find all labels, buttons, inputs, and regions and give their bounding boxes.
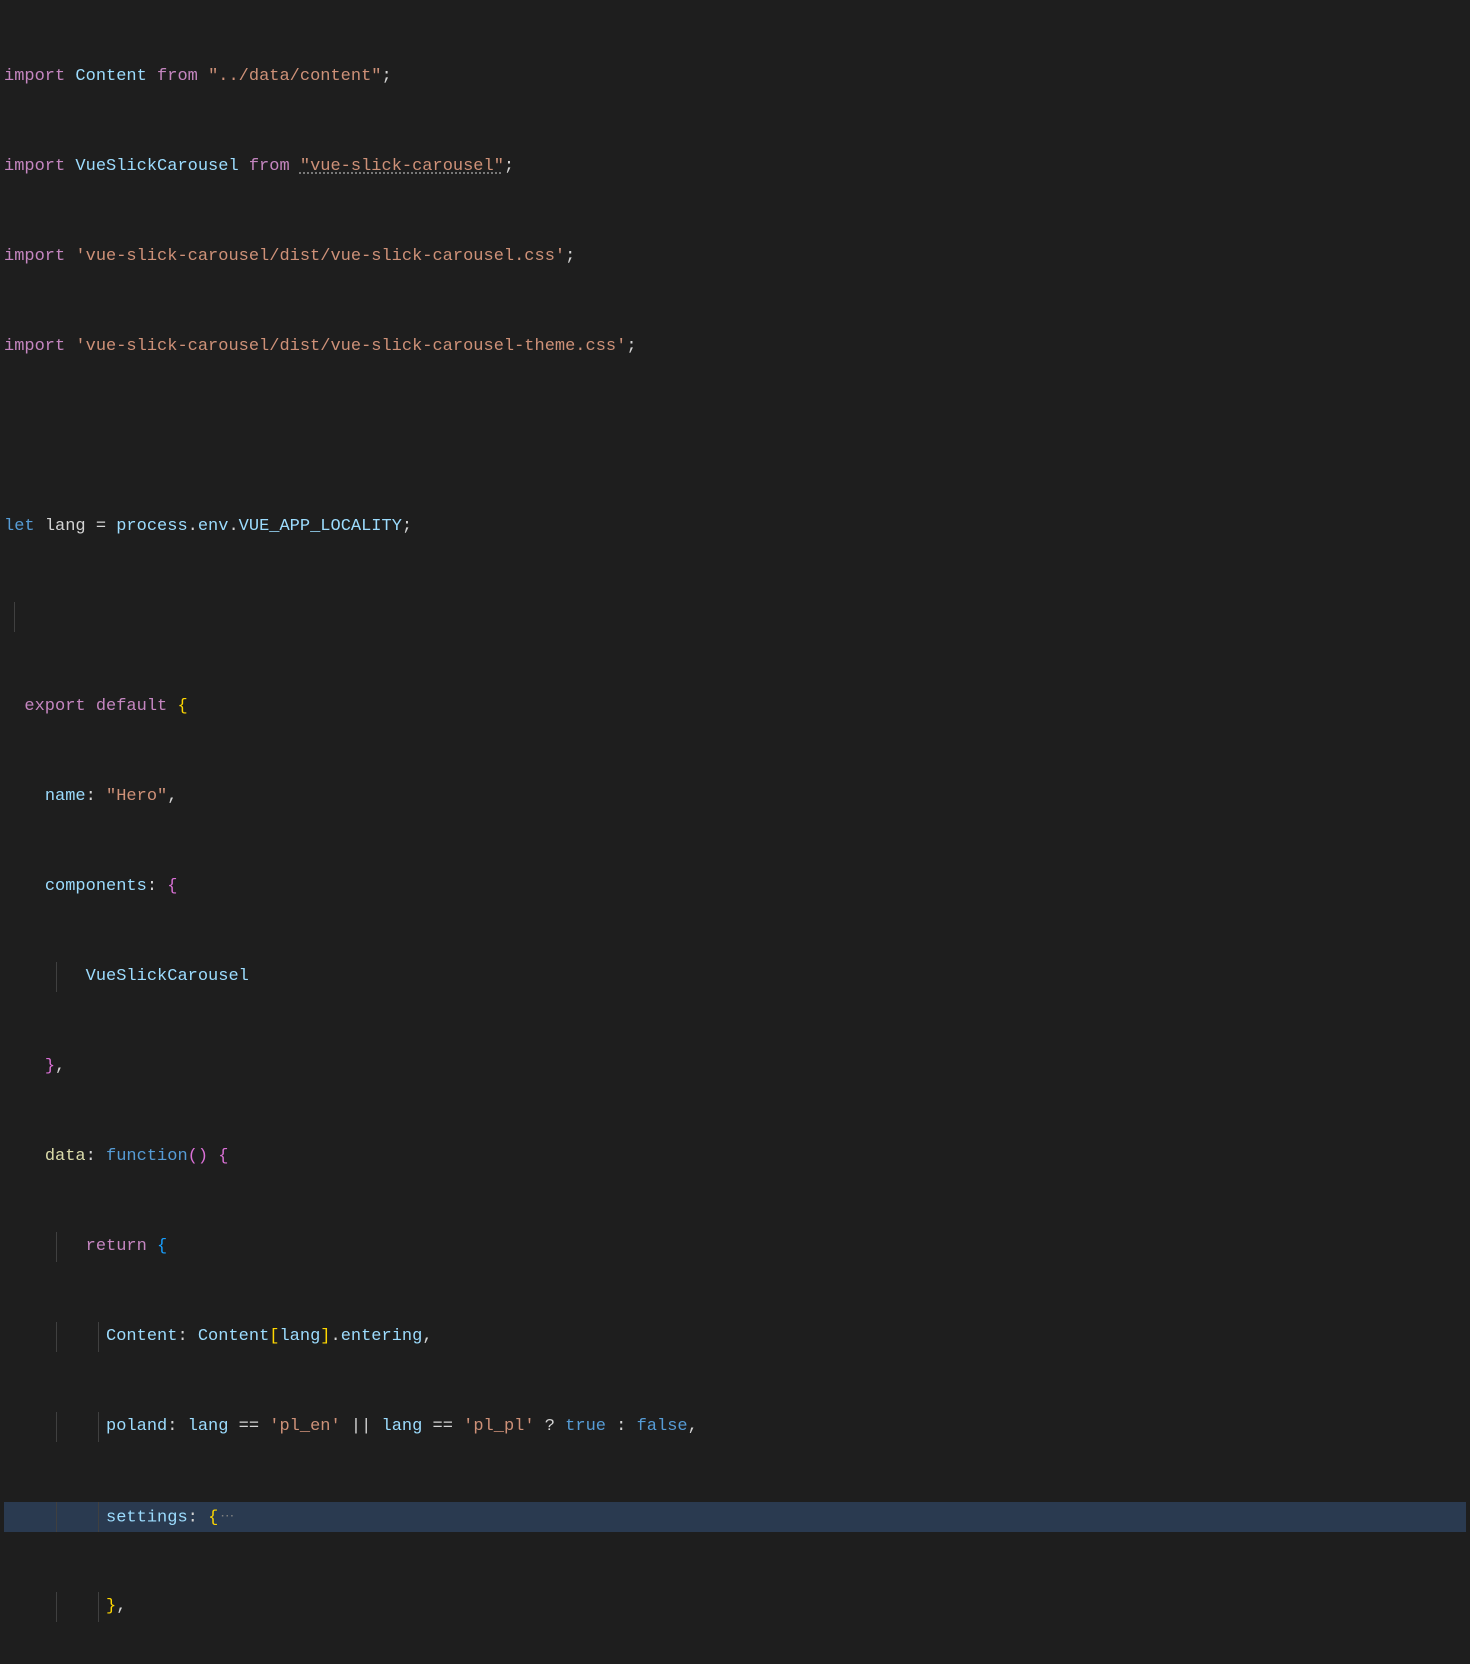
semicolon: ; xyxy=(382,67,392,86)
comma: , xyxy=(116,1597,126,1616)
property-key: settings xyxy=(106,1508,188,1527)
property-key: name xyxy=(45,787,86,806)
keyword-from: from xyxy=(249,157,290,176)
identifier: lang xyxy=(45,517,86,536)
string-literal: 'vue-slick-carousel/dist/vue-slick-carou… xyxy=(75,247,565,266)
keyword-let: let xyxy=(4,517,35,536)
string-literal: "Hero" xyxy=(106,787,167,806)
keyword-from: from xyxy=(157,67,198,86)
comma: , xyxy=(167,787,177,806)
operator: == xyxy=(422,1417,463,1436)
semicolon: ; xyxy=(402,517,412,536)
identifier: VUE_APP_LOCALITY xyxy=(239,517,402,536)
property-key: Content xyxy=(106,1327,177,1346)
keyword-export: export xyxy=(24,697,85,716)
string-literal: "vue-slick-carousel" xyxy=(300,157,504,176)
dot: . xyxy=(331,1327,341,1346)
brace-open: { xyxy=(218,1147,228,1166)
code-line[interactable]: name: "Hero", xyxy=(4,782,1466,812)
identifier: process xyxy=(116,517,187,536)
string-literal: 'pl_en' xyxy=(269,1417,340,1436)
colon: : xyxy=(147,877,167,896)
colon: : xyxy=(188,1508,208,1527)
code-line-highlighted[interactable]: settings: {⋯ xyxy=(4,1502,1466,1532)
identifier: lang xyxy=(188,1417,229,1436)
keyword-return: return xyxy=(86,1237,147,1256)
semicolon: ; xyxy=(504,157,514,176)
brace-open: { xyxy=(177,697,187,716)
comma: , xyxy=(422,1327,432,1346)
keyword-import: import xyxy=(4,247,65,266)
dot: . xyxy=(188,517,198,536)
operator: : xyxy=(606,1417,637,1436)
code-line[interactable]: }, xyxy=(4,1052,1466,1082)
bracket-close: ] xyxy=(320,1327,330,1346)
brace-open: { xyxy=(157,1237,167,1256)
code-line-empty[interactable] xyxy=(4,602,1466,632)
operator: || xyxy=(341,1417,382,1436)
code-line-empty[interactable] xyxy=(4,422,1466,452)
code-line[interactable]: poland: lang == 'pl_en' || lang == 'pl_p… xyxy=(4,1412,1466,1442)
operator: == xyxy=(228,1417,269,1436)
string-literal: 'pl_pl' xyxy=(463,1417,534,1436)
identifier: env xyxy=(198,517,229,536)
comma: , xyxy=(55,1057,65,1076)
code-line[interactable]: Content: Content[lang].entering, xyxy=(4,1322,1466,1352)
bracket-open: [ xyxy=(269,1327,279,1346)
keyword-function: function xyxy=(106,1147,188,1166)
semicolon: ; xyxy=(565,247,575,266)
code-line[interactable]: let lang = process.env.VUE_APP_LOCALITY; xyxy=(4,512,1466,542)
comma: , xyxy=(688,1417,698,1436)
property-key: components xyxy=(45,877,147,896)
code-line[interactable]: }, xyxy=(4,1592,1466,1622)
brace-open: { xyxy=(208,1508,218,1527)
fold-icon[interactable]: ⋯ xyxy=(220,1502,234,1532)
dot: . xyxy=(228,517,238,536)
keyword-import: import xyxy=(4,67,65,86)
brace-close: } xyxy=(106,1597,116,1616)
colon: : xyxy=(177,1327,197,1346)
identifier: Content xyxy=(198,1327,269,1346)
code-line[interactable]: import VueSlickCarousel from "vue-slick-… xyxy=(4,152,1466,182)
colon: : xyxy=(86,1147,106,1166)
code-line[interactable]: data: function() { xyxy=(4,1142,1466,1172)
code-line[interactable]: export default { xyxy=(4,692,1466,722)
code-editor[interactable]: import Content from "../data/content"; i… xyxy=(4,2,1466,1664)
identifier: Content xyxy=(75,67,146,86)
boolean: false xyxy=(637,1417,688,1436)
code-line[interactable]: components: { xyxy=(4,872,1466,902)
property-key: data xyxy=(45,1147,86,1166)
brace-open: { xyxy=(167,877,177,896)
identifier: lang xyxy=(279,1327,320,1346)
string-literal: 'vue-slick-carousel/dist/vue-slick-carou… xyxy=(75,337,626,356)
identifier: entering xyxy=(341,1327,423,1346)
keyword-import: import xyxy=(4,337,65,356)
code-line[interactable]: import 'vue-slick-carousel/dist/vue-slic… xyxy=(4,242,1466,272)
code-line[interactable]: VueSlickCarousel xyxy=(4,962,1466,992)
boolean: true xyxy=(565,1417,606,1436)
semicolon: ; xyxy=(626,337,636,356)
identifier: lang xyxy=(382,1417,423,1436)
space xyxy=(208,1147,218,1166)
string-literal: "../data/content" xyxy=(208,67,381,86)
identifier: VueSlickCarousel xyxy=(75,157,238,176)
operator: = xyxy=(86,517,117,536)
identifier: VueSlickCarousel xyxy=(86,967,249,986)
brace-close: } xyxy=(45,1057,55,1076)
code-line[interactable]: import Content from "../data/content"; xyxy=(4,62,1466,92)
parens: () xyxy=(188,1147,208,1166)
code-line[interactable]: return { xyxy=(4,1232,1466,1262)
keyword-default: default xyxy=(96,697,167,716)
colon: : xyxy=(86,787,106,806)
code-line[interactable]: import 'vue-slick-carousel/dist/vue-slic… xyxy=(4,332,1466,362)
operator: ? xyxy=(535,1417,566,1436)
colon: : xyxy=(167,1417,187,1436)
property-key: poland xyxy=(106,1417,167,1436)
keyword-import: import xyxy=(4,157,65,176)
